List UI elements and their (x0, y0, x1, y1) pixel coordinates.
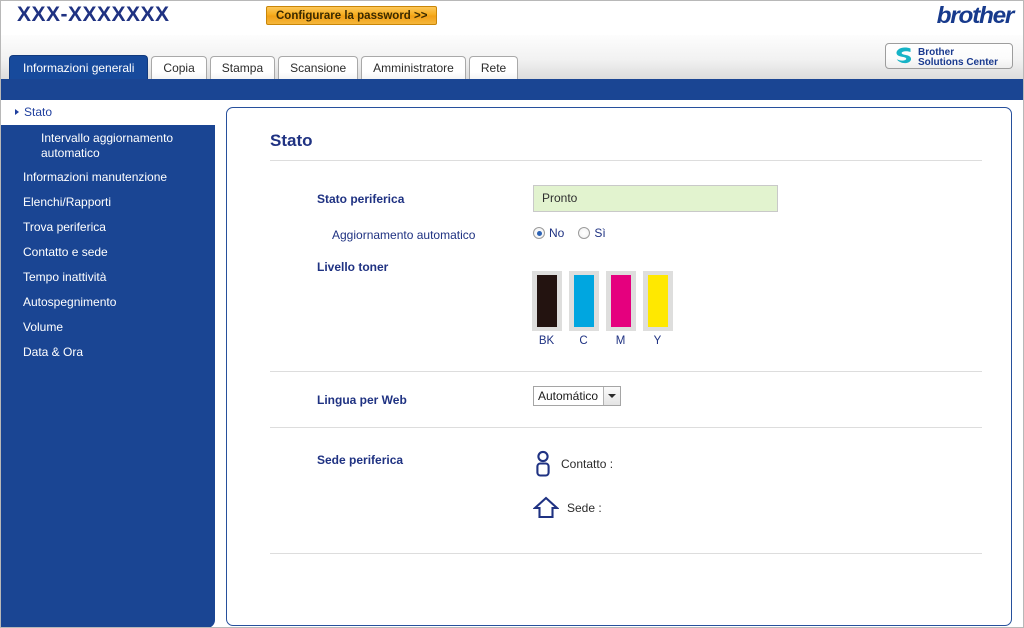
toner-c-fill (573, 275, 594, 327)
page-header: XXX-XXXXXXX Configurare la password >> b… (1, 1, 1023, 36)
sidebar-item-trova-periferica[interactable]: Trova periferica (1, 215, 215, 240)
page-title: XXX-XXXXXXX (17, 3, 170, 26)
toner-bk-fill (536, 275, 557, 327)
toner-c-label: C (579, 335, 588, 347)
web-language-value: Automático (538, 389, 599, 403)
caret-right-icon (15, 109, 19, 115)
sidebar: Stato Intervallo aggiornamento automatic… (1, 100, 215, 627)
sidebar-item-label: Stato (24, 105, 53, 119)
sidebar-item-elenchi-rapporti[interactable]: Elenchi/Rapporti (1, 190, 215, 215)
toner-bk-track (531, 271, 562, 331)
person-icon (536, 450, 550, 477)
solutions-center-line2: Solutions Center (918, 57, 999, 68)
toner-bk: BK (529, 271, 564, 347)
radio-auto-refresh-no[interactable] (533, 227, 545, 239)
tab-scansione[interactable]: Scansione (278, 56, 359, 79)
brother-logo: brother (936, 2, 1015, 28)
sidebar-item-autospegnimento[interactable]: Autospegnimento (1, 290, 215, 315)
content-title: Stato (270, 131, 313, 150)
swoosh-s-icon (896, 47, 912, 64)
sidebar-item-tempo-inattivita[interactable]: Tempo inattività (1, 265, 215, 290)
toner-m-label: M (615, 335, 626, 347)
web-language-select[interactable]: Automático (533, 386, 622, 406)
toner-level-label: Livello toner (317, 260, 389, 274)
sidebar-item-contatto-e-sede[interactable]: Contatto e sede (1, 240, 215, 265)
toner-c-track (568, 271, 599, 331)
device-status-value: Pronto (533, 185, 778, 212)
chevron-down-icon[interactable] (603, 387, 621, 405)
sidebar-item-informazioni-manutenzione[interactable]: Informazioni manutenzione (1, 165, 215, 190)
tab-rete[interactable]: Rete (468, 56, 519, 79)
auto-refresh-label: Aggiornamento automatico (332, 228, 476, 242)
web-language-label: Lingua per Web (317, 393, 407, 407)
content-panel: Stato Stato periferica Pronto Aggiorname… (226, 107, 1012, 626)
configure-password-button[interactable]: Configurare la password >> (266, 6, 438, 25)
nav-band (1, 79, 1023, 100)
tab-informazioni-generali[interactable]: Informazioni generali (9, 55, 149, 79)
radio-auto-refresh-si[interactable] (578, 227, 591, 239)
brother-solutions-center-button[interactable]: Brother Solutions Center (885, 43, 1013, 69)
tab-copia[interactable]: Copia (151, 56, 207, 79)
toner-level-group: BK C M Y (529, 271, 677, 347)
toner-m: M (603, 271, 638, 347)
toner-m-fill (610, 275, 631, 327)
sidebar-item-volume[interactable]: Volume (1, 315, 215, 340)
radio-label-si: Sì (594, 226, 606, 240)
auto-refresh-radio-group: No Sì (533, 226, 620, 240)
home-icon (533, 496, 559, 519)
radio-label-no: No (549, 226, 565, 240)
toner-y: Y (640, 271, 675, 347)
device-location-label: Sede periferica (317, 453, 404, 467)
toner-y-label: Y (653, 335, 662, 347)
toner-y-track (642, 271, 673, 331)
sidebar-item-data-ora[interactable]: Data & Ora (1, 340, 215, 365)
tab-list: Informazioni generali Copia Stampa Scans… (9, 55, 521, 79)
home-row: Sede : (533, 495, 602, 521)
browser-page: XXX-XXXXXXX Configurare la password >> b… (0, 0, 1024, 628)
contact-row: Contatto : (533, 450, 613, 478)
divider (270, 371, 982, 372)
toner-bk-label: BK (538, 335, 555, 347)
toner-y-fill (647, 275, 668, 327)
toner-c: C (566, 271, 601, 347)
tab-bar: Informazioni generali Copia Stampa Scans… (1, 35, 1023, 79)
divider (270, 553, 982, 554)
home-label: Sede : (567, 501, 602, 515)
device-status-label: Stato periferica (317, 192, 405, 206)
toner-m-track (605, 271, 636, 331)
sidebar-item-intervallo-aggiornamento-automatico[interactable]: Intervallo aggiornamento automatico (1, 125, 215, 165)
divider (270, 160, 982, 161)
sidebar-item-stato[interactable]: Stato (1, 100, 215, 125)
tab-stampa[interactable]: Stampa (209, 56, 276, 79)
contact-label: Contatto : (561, 457, 614, 471)
divider (270, 427, 982, 428)
tab-amministratore[interactable]: Amministratore (361, 56, 466, 79)
